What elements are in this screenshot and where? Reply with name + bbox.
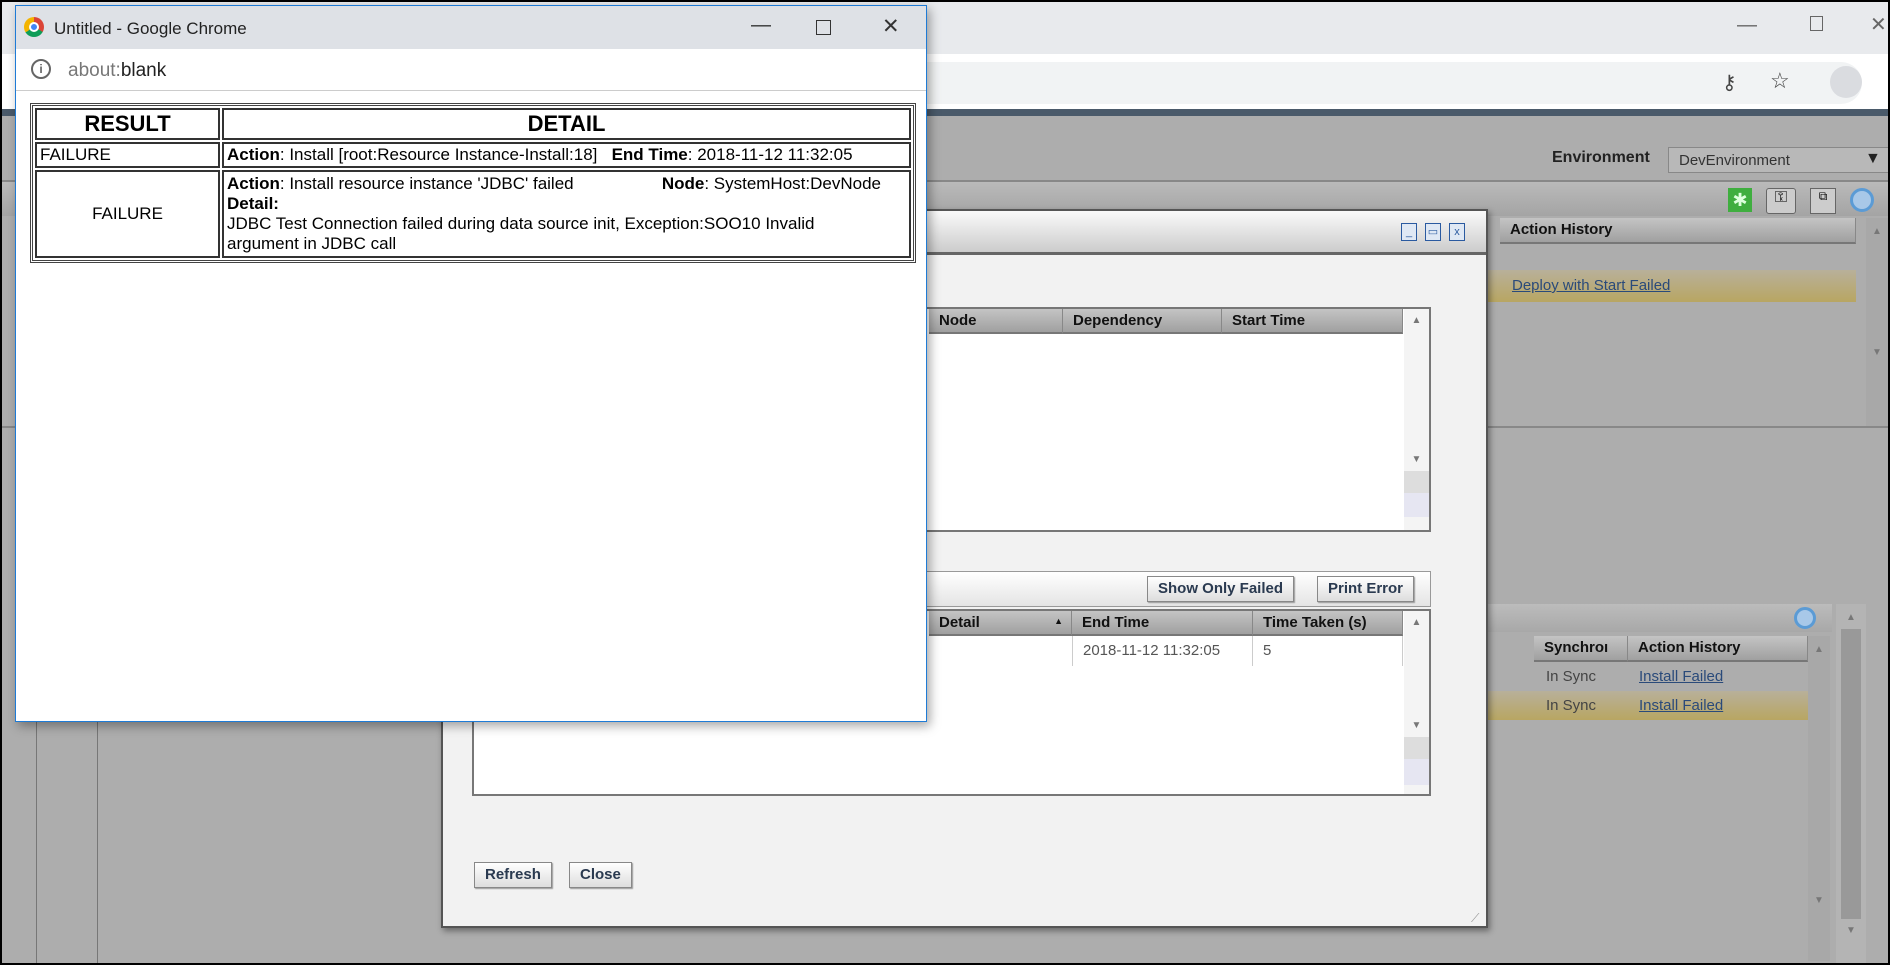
sync-status: In Sync <box>1546 668 1597 685</box>
result-cell: FAILURE <box>35 170 220 258</box>
scrollbar[interactable]: ▲ ▼ <box>1404 309 1429 530</box>
popup-titlebar[interactable]: Untitled - Google Chrome — ✕ <box>16 6 926 49</box>
column-header-synchronization[interactable]: Synchroı <box>1534 636 1628 662</box>
header-label: Detail <box>939 614 980 631</box>
environment-value: DevEnvironment <box>1679 152 1790 169</box>
info-icon[interactable]: i <box>31 59 51 79</box>
refresh-icon[interactable] <box>1850 188 1874 212</box>
restore-icon[interactable] <box>1810 16 1823 31</box>
divider <box>97 722 98 963</box>
asterisk-icon[interactable]: ✱ <box>1728 188 1752 212</box>
column-header-action-history[interactable]: Action History <box>1500 218 1856 244</box>
result-cell: FAILURE <box>35 142 220 168</box>
minimize-icon[interactable]: — <box>1737 14 1757 37</box>
maximize-icon[interactable] <box>816 20 831 35</box>
column-header-detail[interactable]: Detail ▲ <box>929 611 1072 636</box>
scrollbar[interactable]: ▲ ▼ <box>1866 218 1888 426</box>
column-header-action-history[interactable]: Action History <box>1628 636 1808 662</box>
omnibox[interactable]: ⚷ ☆ <box>902 62 1862 104</box>
table-row: FAILURE Action: Install resource instanc… <box>35 170 911 258</box>
table-cell: 2018-11-12 11:32:05 <box>1072 636 1253 666</box>
minimize-icon[interactable]: _ <box>1401 223 1417 241</box>
node-label: Node <box>661 174 705 193</box>
action-label: Action <box>227 174 280 193</box>
column-header-start-time[interactable]: Start Time <box>1222 309 1403 334</box>
close-icon[interactable]: ✕ <box>882 14 900 39</box>
action-label: Action <box>227 145 280 164</box>
detail-value: JDBC Test Connection failed during data … <box>227 214 815 253</box>
url[interactable]: about:blank <box>68 60 166 82</box>
profile-avatar[interactable] <box>1830 66 1862 98</box>
detail-label: Detail: <box>227 194 279 213</box>
print-error-button[interactable]: Print Error <box>1317 576 1415 602</box>
show-only-failed-button[interactable]: Show Only Failed <box>1147 576 1295 602</box>
time-taken-value: 5 <box>1263 642 1272 659</box>
popup-browser-window: Untitled - Google Chrome — ✕ i about:bla… <box>15 5 927 722</box>
close-icon[interactable]: ✕ <box>1870 12 1887 37</box>
action-value: : Install [root:Resource Instance-Instal… <box>279 145 598 164</box>
sort-asc-icon[interactable]: ▲ <box>1054 616 1063 626</box>
refresh-button[interactable]: Refresh <box>474 862 552 888</box>
table-header-row: RESULT DETAIL <box>35 108 911 140</box>
close-icon[interactable]: x <box>1449 223 1465 241</box>
refresh-icon[interactable] <box>1794 607 1816 629</box>
table-row: FAILURE Action: Install [root:Resource I… <box>35 142 911 168</box>
key-icon[interactable]: ⚿ <box>1766 188 1796 214</box>
popup-address-bar[interactable]: i about:blank <box>16 49 926 91</box>
url-path: blank <box>120 60 167 81</box>
scrollbar[interactable]: ▲ ▼ <box>1836 604 1866 963</box>
close-button[interactable]: Close <box>569 862 632 888</box>
sync-status: In Sync <box>1546 697 1597 714</box>
end-time-value: 2018-11-12 11:32:05 <box>1083 642 1221 659</box>
column-header-detail: DETAIL <box>222 108 911 140</box>
star-icon[interactable]: ☆ <box>1770 68 1790 94</box>
end-time-label: End Time <box>611 145 688 164</box>
node-value: : SystemHost:DevNode <box>704 174 881 193</box>
column-header-end-time[interactable]: End Time <box>1072 611 1253 636</box>
column-header-time-taken[interactable]: Time Taken (s) <box>1253 611 1403 636</box>
table-cell: 5 <box>1253 636 1403 666</box>
environment-label: Environment <box>1552 149 1650 166</box>
scrollbar[interactable]: ▲ ▼ <box>1404 611 1429 794</box>
key-icon[interactable]: ⚷ <box>1722 70 1737 95</box>
detail-cell: Action: Install resource instance 'JDBC'… <box>222 170 911 258</box>
minimize-icon[interactable]: — <box>751 14 771 37</box>
chrome-logo-icon <box>24 17 44 37</box>
resize-handle-icon[interactable]: ⟋ <box>1471 911 1479 926</box>
url-scheme: about: <box>68 60 121 81</box>
column-header-node[interactable]: Node <box>929 309 1063 334</box>
maximize-icon[interactable]: ▭ <box>1425 223 1441 241</box>
window-title: Untitled - Google Chrome <box>54 19 247 38</box>
table-row-highlighted[interactable]: Deploy with Start Failed <box>1482 270 1856 302</box>
chevron-down-icon[interactable]: ▼ <box>1865 150 1881 168</box>
column-header-result: RESULT <box>35 108 220 140</box>
panel-header <box>1482 604 1832 632</box>
result-table: RESULT DETAIL FAILURE Action: Install [r… <box>30 103 916 263</box>
end-time-value: : 2018-11-12 11:32:05 <box>687 145 853 164</box>
action-value: : Install resource instance 'JDBC' faile… <box>279 174 574 193</box>
table-row[interactable]: In Sync Install Failed <box>1482 662 1808 691</box>
install-failed-link[interactable]: Install Failed <box>1639 697 1723 714</box>
detail-cell: Action: Install [root:Resource Instance-… <box>222 142 911 168</box>
screen: — ✕ ⚷ ☆ Environment DevEnvironment ▼ ✱ ⚿… <box>2 2 1888 963</box>
environment-select[interactable]: DevEnvironment ▼ <box>1668 147 1888 173</box>
install-failed-link[interactable]: Install Failed <box>1639 668 1723 685</box>
deploy-with-start-failed-link[interactable]: Deploy with Start Failed <box>1512 277 1670 294</box>
divider <box>36 722 37 963</box>
scrollbar[interactable]: ▲ ▼ <box>1808 636 1830 961</box>
column-header-dependency[interactable]: Dependency <box>1063 309 1222 334</box>
hierarchy-icon[interactable]: ⧉ <box>1810 188 1836 214</box>
table-row-highlighted[interactable]: In Sync Install Failed <box>1482 691 1808 720</box>
